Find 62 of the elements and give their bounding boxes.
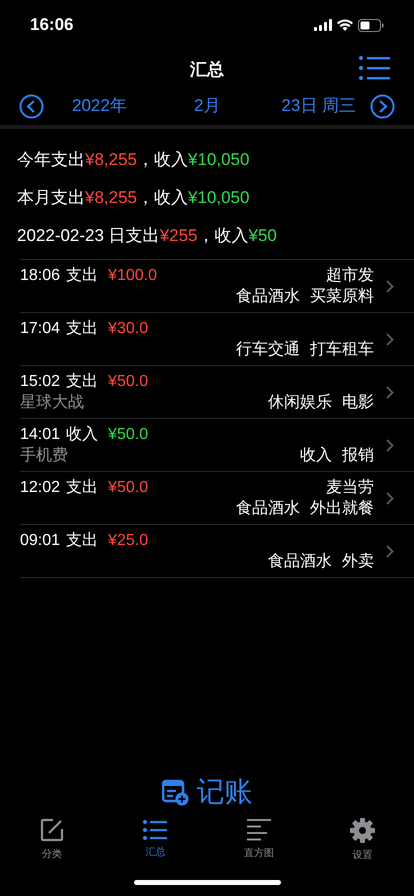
entry-time: 18:06 xyxy=(20,266,60,286)
entry-category: 食品酒水 xyxy=(236,286,300,307)
summary-label: 2022-02-23 日支出 xyxy=(17,225,160,248)
entry-subcategory: 外卖 xyxy=(342,552,374,572)
entry-subcategory: 打车租车 xyxy=(310,340,374,360)
tab-button[interactable]: 直方图 xyxy=(207,814,310,866)
entry-type: 支出 xyxy=(66,266,98,286)
expense-amount: ¥8,255 xyxy=(85,187,137,210)
entry-category: 收入 xyxy=(300,446,332,466)
entry-time: 09:01 xyxy=(20,531,60,551)
entry-time: 12:02 xyxy=(20,478,60,498)
entry-amount: ¥25.0 xyxy=(108,531,148,551)
expense-amount: ¥8,255 xyxy=(85,149,137,172)
entry-amount: ¥100.0 xyxy=(108,266,157,286)
income-amount: ¥10,050 xyxy=(188,187,250,210)
entry-row[interactable]: 09:01 支出 ¥25.0 食品酒水 外卖 xyxy=(20,525,414,578)
entry-amount: ¥30.0 xyxy=(108,319,148,339)
entry-type: 支出 xyxy=(66,478,98,498)
entry-merchant: 超市发 xyxy=(326,267,374,284)
status-time: 16:06 xyxy=(30,14,74,36)
record-button[interactable]: 记账 xyxy=(162,770,252,814)
entry-row[interactable]: 15:02 支出 ¥50.0 星球大战 休闲娱乐 电影 xyxy=(20,366,414,419)
tab-button[interactable]: 汇总 xyxy=(104,814,207,866)
entry-amount: ¥50.0 xyxy=(108,478,148,498)
month-selector[interactable]: 2月 xyxy=(194,93,274,119)
entry-merchant: 麦当劳 xyxy=(326,479,374,496)
entry-category: 行车交通 xyxy=(236,340,300,360)
income-amount: ¥50 xyxy=(248,225,277,248)
entry-type: 收入 xyxy=(66,424,98,445)
entry-category: 食品酒水 xyxy=(236,498,300,519)
entry-type: 支出 xyxy=(66,530,98,551)
entry-row[interactable]: 18:06 支出 ¥100.0 超市发 食品酒水 买菜原料 xyxy=(20,260,414,313)
entry-type: 支出 xyxy=(66,372,98,392)
entry-subcategory: 报销 xyxy=(342,446,374,466)
expense-amount: ¥255 xyxy=(160,225,198,248)
entry-amount: ¥50.0 xyxy=(108,425,148,445)
entry-subcategory: 买菜原料 xyxy=(310,286,374,307)
summary-label: 今年支出 xyxy=(17,149,85,172)
entry-time: 14:01 xyxy=(20,425,60,445)
summary-label: ，收入 xyxy=(137,187,188,210)
summary-label: 本月支出 xyxy=(17,187,85,210)
summary-label: ，收入 xyxy=(137,149,188,172)
entry-subcategory: 电影 xyxy=(342,392,374,413)
nav-title: 汇总 xyxy=(190,59,224,82)
entry-type: 支出 xyxy=(66,318,98,339)
entry-row[interactable]: 17:04 支出 ¥30.0 行车交通 打车租车 xyxy=(20,313,414,366)
entry-note: 手机费 xyxy=(20,447,68,464)
tab-button[interactable]: 设置 xyxy=(310,814,414,866)
entry-subcategory: 外出就餐 xyxy=(310,498,374,519)
entry-time: 17:04 xyxy=(20,319,60,339)
day-selector[interactable]: 23日 周三 xyxy=(281,93,356,119)
entry-time: 15:02 xyxy=(20,372,60,392)
income-amount: ¥10,050 xyxy=(188,149,250,172)
entry-category: 休闲娱乐 xyxy=(268,392,332,413)
summary-label: ，收入 xyxy=(198,225,249,248)
tab-button[interactable]: 分类 xyxy=(0,814,104,866)
entry-row[interactable]: 14:01 收入 ¥50.0 手机费 收入 报销 xyxy=(20,419,414,472)
entry-category: 食品酒水 xyxy=(268,552,332,572)
entry-amount: ¥50.0 xyxy=(108,372,148,392)
entry-row[interactable]: 12:02 支出 ¥50.0 麦当劳 食品酒水 外出就餐 xyxy=(20,472,414,525)
year-selector[interactable]: 2022年 xyxy=(72,93,162,119)
entry-note: 星球大战 xyxy=(20,394,84,411)
